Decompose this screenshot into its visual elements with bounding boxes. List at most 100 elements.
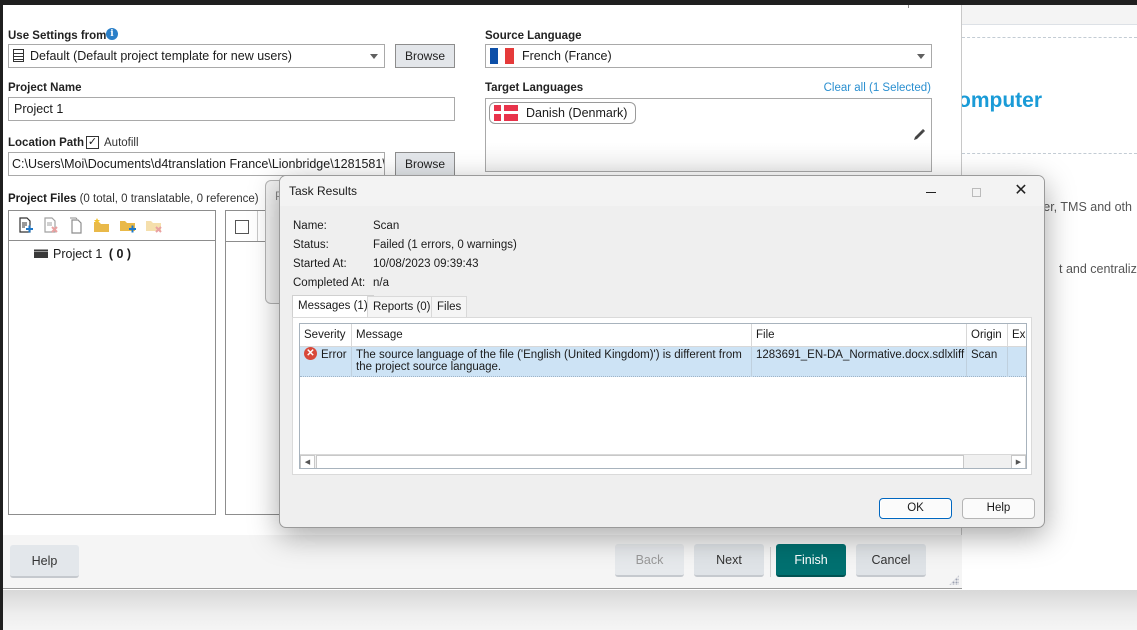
divider [962, 153, 1137, 154]
autofill-label: Autofill [104, 137, 139, 149]
source-language-label: Source Language [485, 30, 582, 42]
use-settings-dropdown[interactable]: Default (Default project template for ne… [8, 44, 385, 68]
background-page-strip [962, 5, 1137, 25]
messages-panel: Severity Message File Origin Ex ✕ Error T… [292, 317, 1032, 475]
location-path-label: Location Path [8, 137, 85, 149]
severity-cell: ✕ Error [300, 347, 352, 377]
maximize-icon [971, 187, 981, 197]
left-border [0, 0, 3, 630]
project-files-tree-panel: Project 1 ( 0 ) [8, 210, 216, 515]
background-text: t and centralized [1059, 262, 1137, 276]
files-toolbar [9, 211, 215, 241]
scrollbar-thumb[interactable] [316, 455, 964, 468]
minimize-icon [926, 191, 936, 193]
france-flag-icon [490, 47, 514, 64]
settings-browse-button[interactable]: Browse [395, 44, 455, 68]
started-at-value: 10/08/2023 09:39:43 [373, 258, 479, 270]
add-file-icon[interactable] [17, 217, 35, 235]
location-browse-button[interactable]: Browse [395, 152, 455, 176]
add-folder-icon[interactable] [93, 217, 111, 235]
use-settings-label: Use Settings from [8, 30, 107, 42]
target-language-chip[interactable]: Danish (Denmark) [489, 102, 637, 124]
name-value: Scan [373, 220, 400, 232]
autofill-checkbox[interactable]: ✓ [86, 136, 99, 149]
close-icon: ✕ [1014, 182, 1028, 199]
chevron-down-icon [917, 54, 925, 59]
wizard-footer: Help Back Next Finish Cancel [3, 535, 962, 589]
scroll-right-icon[interactable]: ▶ [1011, 455, 1026, 468]
origin-cell: Scan [967, 347, 1008, 377]
dialog-help-button[interactable]: Help [962, 498, 1035, 519]
minimize-button[interactable] [916, 180, 946, 202]
select-all-checkbox[interactable] [235, 220, 249, 234]
maximize-button[interactable] [961, 180, 991, 202]
completed-at-label: Completed At: [293, 277, 366, 289]
file-cell: 1283691_EN-DA_Normative.docx.sdlxliff [752, 347, 967, 377]
dialog-titlebar[interactable]: Task Results ✕ [280, 176, 1044, 206]
source-language-dropdown[interactable]: French (France) [485, 44, 932, 68]
scroll-left-icon[interactable]: ◀ [300, 455, 315, 468]
source-language-value: French (France) [522, 49, 612, 63]
template-icon [13, 48, 24, 62]
project-files-summary: (0 total, 0 translatable, 0 reference) [79, 193, 259, 205]
status-value: Failed (1 errors, 0 warnings) [373, 239, 517, 251]
project-files-header: Project Files (0 total, 0 translatable, … [8, 193, 259, 205]
next-button[interactable]: Next [694, 544, 764, 577]
pencil-icon[interactable] [911, 127, 927, 143]
remove-file-icon[interactable] [42, 217, 60, 235]
denmark-flag-icon [494, 104, 518, 121]
window-edge-mark [908, 5, 909, 8]
name-label: Name: [293, 220, 327, 232]
target-language-value: Danish (Denmark) [526, 106, 628, 120]
location-path-input[interactable]: C:\Users\Moi\Documents\d4translation Fra… [8, 152, 385, 176]
tab-reports[interactable]: Reports (0) [367, 296, 437, 317]
background-heading: omputer [958, 89, 1042, 112]
task-results-dialog: Task Results ✕ Name: Scan Status: Failed… [279, 175, 1045, 528]
project-files-label: Project Files [8, 193, 77, 205]
project-icon [34, 249, 48, 259]
back-button[interactable]: Back [615, 544, 684, 577]
ok-button[interactable]: OK [879, 498, 952, 519]
project-name-label: Project Name [8, 82, 82, 94]
target-languages-label: Target Languages [485, 82, 584, 94]
column-divider [257, 211, 258, 241]
divider [962, 37, 1137, 38]
tree-item-count: ( 0 ) [108, 247, 132, 261]
column-header-severity[interactable]: Severity [300, 324, 352, 347]
info-icon[interactable]: i [106, 28, 118, 40]
cancel-button[interactable]: Cancel [856, 544, 926, 577]
tab-messages[interactable]: Messages (1) [292, 295, 374, 318]
grid-header: Severity Message File Origin Ex [300, 324, 1026, 347]
table-row[interactable]: ✕ Error The source language of the file (… [300, 347, 1026, 377]
copy-file-icon[interactable] [67, 217, 85, 235]
resize-grip-icon[interactable] [949, 575, 959, 585]
background-text: ver, TMS and oth [1037, 200, 1132, 214]
use-settings-value: Default (Default project template for ne… [30, 49, 292, 63]
messages-grid: Severity Message File Origin Ex ✕ Error T… [299, 323, 1027, 469]
started-at-label: Started At: [293, 258, 347, 270]
project-name-input[interactable]: Project 1 [8, 97, 455, 121]
horizontal-scrollbar[interactable]: ◀ ▶ [300, 454, 1026, 468]
column-header-message[interactable]: Message [352, 324, 752, 347]
clear-all-link[interactable]: Clear all (1 Selected) [824, 82, 931, 94]
completed-at-value: n/a [373, 277, 389, 289]
severity-text: Error [321, 349, 347, 361]
column-header-file[interactable]: File [752, 324, 967, 347]
add-subfolder-icon[interactable] [119, 217, 137, 235]
dialog-title: Task Results [289, 184, 358, 198]
extra-cell [1008, 347, 1026, 377]
status-label: Status: [293, 239, 329, 251]
message-cell: The source language of the file ('Englis… [352, 347, 752, 377]
tree-item-project[interactable]: Project 1 ( 0 ) [34, 247, 131, 261]
close-button[interactable]: ✕ [1006, 180, 1036, 202]
finish-button[interactable]: Finish [776, 544, 846, 577]
column-header-extra[interactable]: Ex [1008, 324, 1026, 347]
remove-folder-icon[interactable] [145, 217, 163, 235]
desktop-background [3, 590, 1137, 630]
footer-separator [770, 547, 771, 577]
target-languages-box[interactable]: Danish (Denmark) [485, 98, 932, 172]
help-button[interactable]: Help [10, 545, 79, 578]
error-icon: ✕ [304, 347, 317, 361]
tab-files[interactable]: Files [431, 296, 468, 317]
column-header-origin[interactable]: Origin [967, 324, 1008, 347]
